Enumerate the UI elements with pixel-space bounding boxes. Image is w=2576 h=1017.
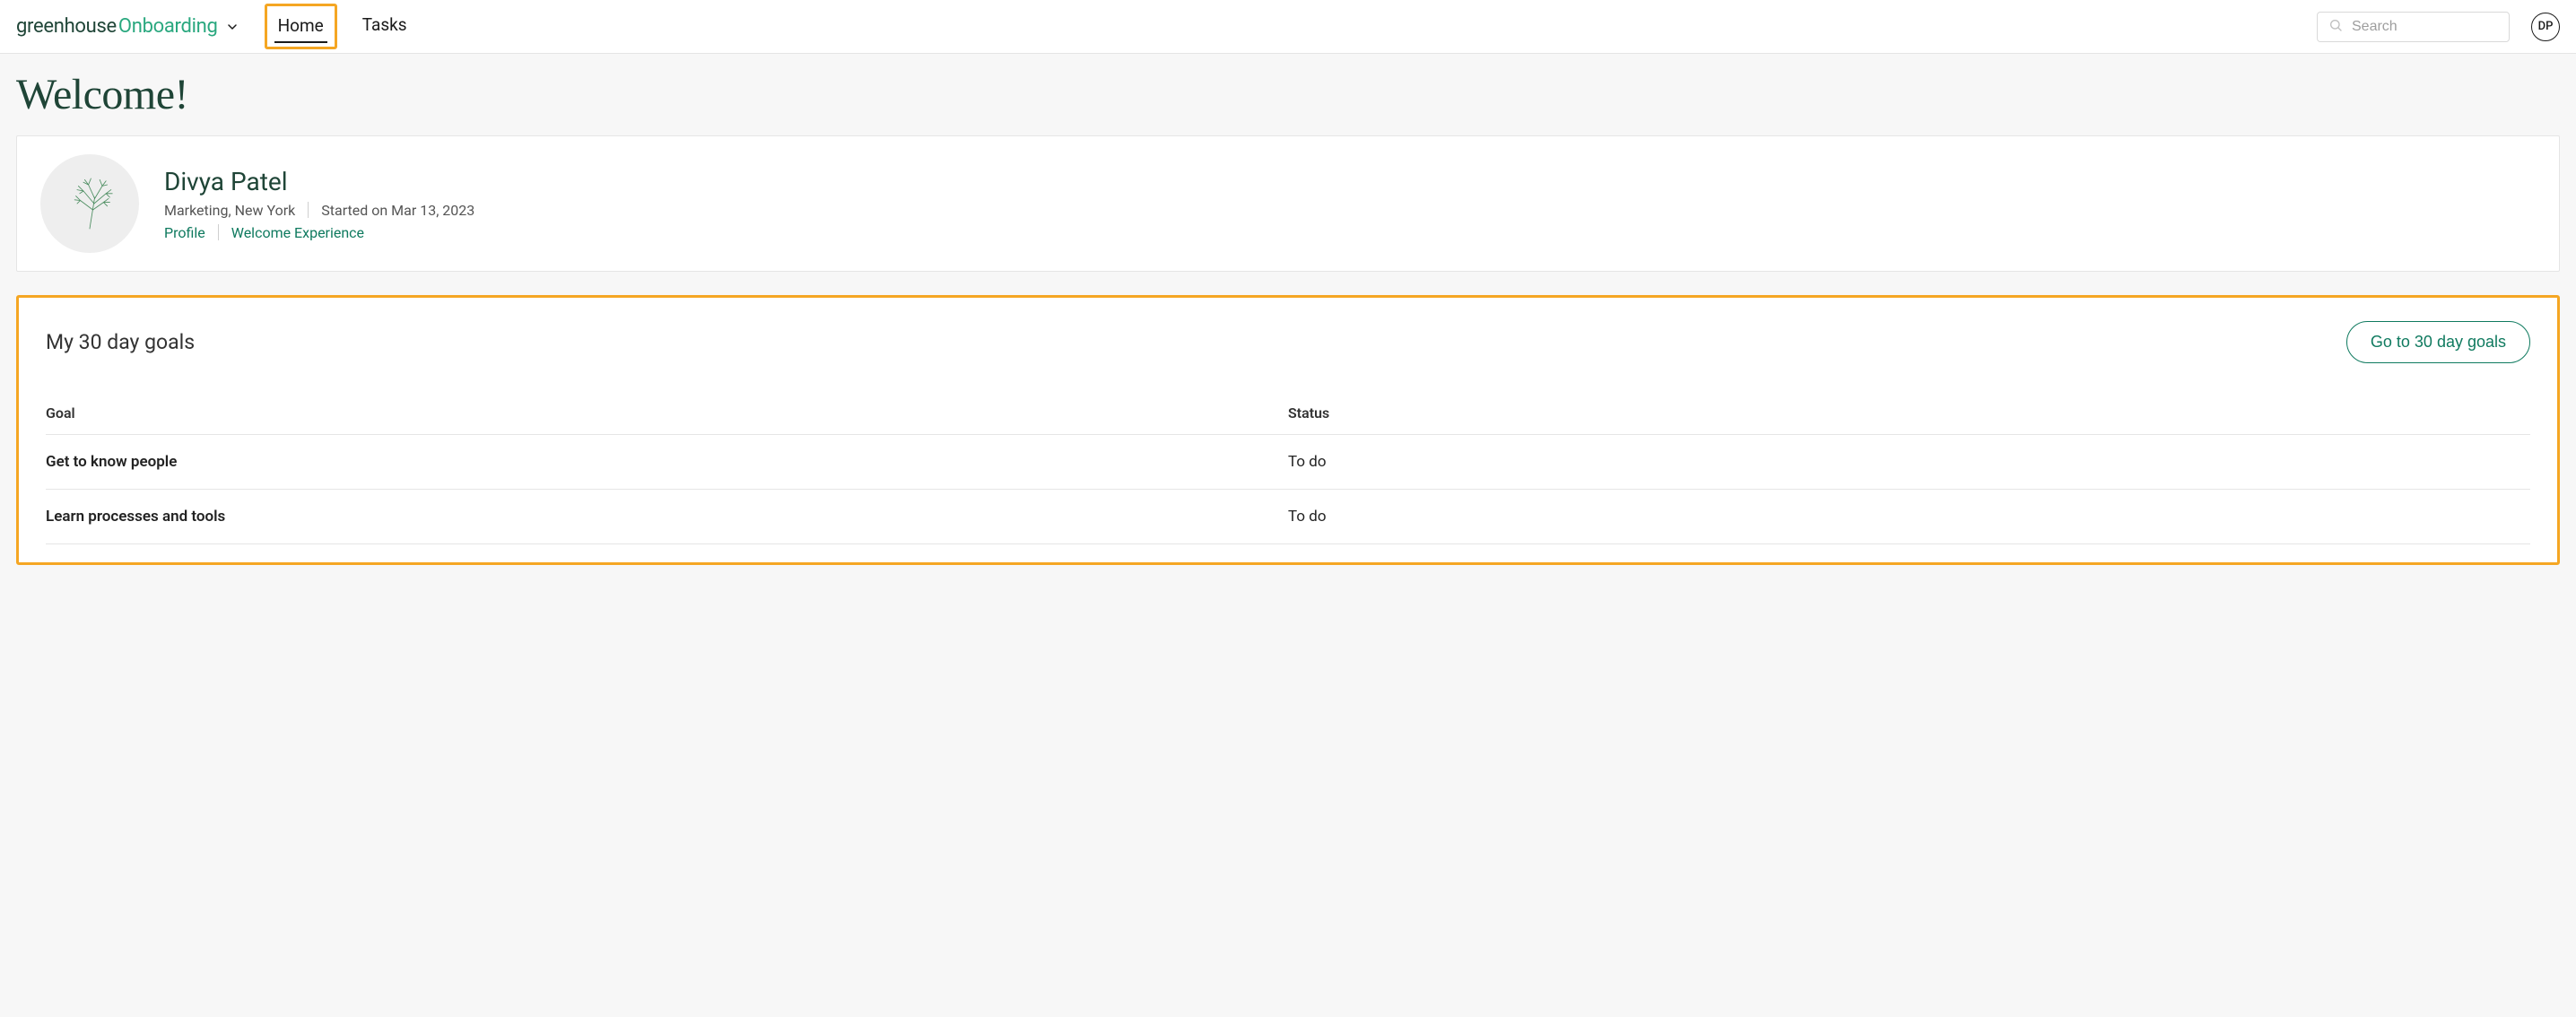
profile-meta: Marketing, New York Started on Mar 13, 2… (164, 202, 474, 219)
welcome-experience-link[interactable]: Welcome Experience (231, 224, 364, 241)
goals-title: My 30 day goals (46, 330, 195, 354)
col-header-goal: Goal (46, 396, 1288, 435)
profile-link[interactable]: Profile (164, 224, 205, 241)
user-avatar[interactable]: DP (2531, 13, 2560, 41)
page-title: Welcome! (16, 70, 2560, 119)
goals-table: Goal Status Get to know people To do Lea… (46, 396, 2530, 544)
main-nav: Home Tasks (265, 4, 411, 49)
profile-info: Divya Patel Marketing, New York Started … (164, 167, 474, 241)
avatar-initials: DP (2538, 20, 2554, 33)
plant-icon (58, 172, 121, 235)
separator (218, 224, 219, 240)
goal-name: Learn processes and tools (46, 490, 1288, 544)
nav-home[interactable]: Home (274, 10, 327, 43)
profile-start-date: Started on Mar 13, 2023 (321, 202, 474, 219)
profile-card: Divya Patel Marketing, New York Started … (16, 135, 2560, 272)
table-row[interactable]: Get to know people To do (46, 435, 2530, 490)
profile-dept-location: Marketing, New York (164, 202, 295, 219)
separator (308, 202, 309, 218)
highlight-annotation: Home (265, 4, 337, 49)
nav-tasks[interactable]: Tasks (359, 9, 411, 44)
go-to-goals-button[interactable]: Go to 30 day goals (2346, 321, 2530, 363)
goal-name: Get to know people (46, 435, 1288, 490)
search-icon (2328, 18, 2352, 36)
goals-header: My 30 day goals Go to 30 day goals (46, 321, 2530, 363)
col-header-status: Status (1288, 396, 2530, 435)
goals-card: My 30 day goals Go to 30 day goals Goal … (16, 295, 2560, 565)
page-body: Welcome! Divya Patel (0, 54, 2576, 581)
brand-text-onboarding: Onboarding (118, 15, 218, 38)
profile-avatar (40, 154, 139, 253)
goal-status: To do (1288, 435, 2530, 490)
brand-switcher[interactable]: greenhouse Onboarding (16, 15, 239, 38)
goal-status: To do (1288, 490, 2530, 544)
brand-text-greenhouse: greenhouse (16, 15, 117, 38)
topbar: greenhouse Onboarding Home Tasks DP (0, 0, 2576, 54)
chevron-down-icon (225, 20, 239, 34)
profile-name: Divya Patel (164, 167, 474, 196)
search-box[interactable] (2317, 12, 2510, 42)
search-input[interactable] (2352, 19, 2498, 35)
table-row[interactable]: Learn processes and tools To do (46, 490, 2530, 544)
profile-links: Profile Welcome Experience (164, 224, 474, 241)
